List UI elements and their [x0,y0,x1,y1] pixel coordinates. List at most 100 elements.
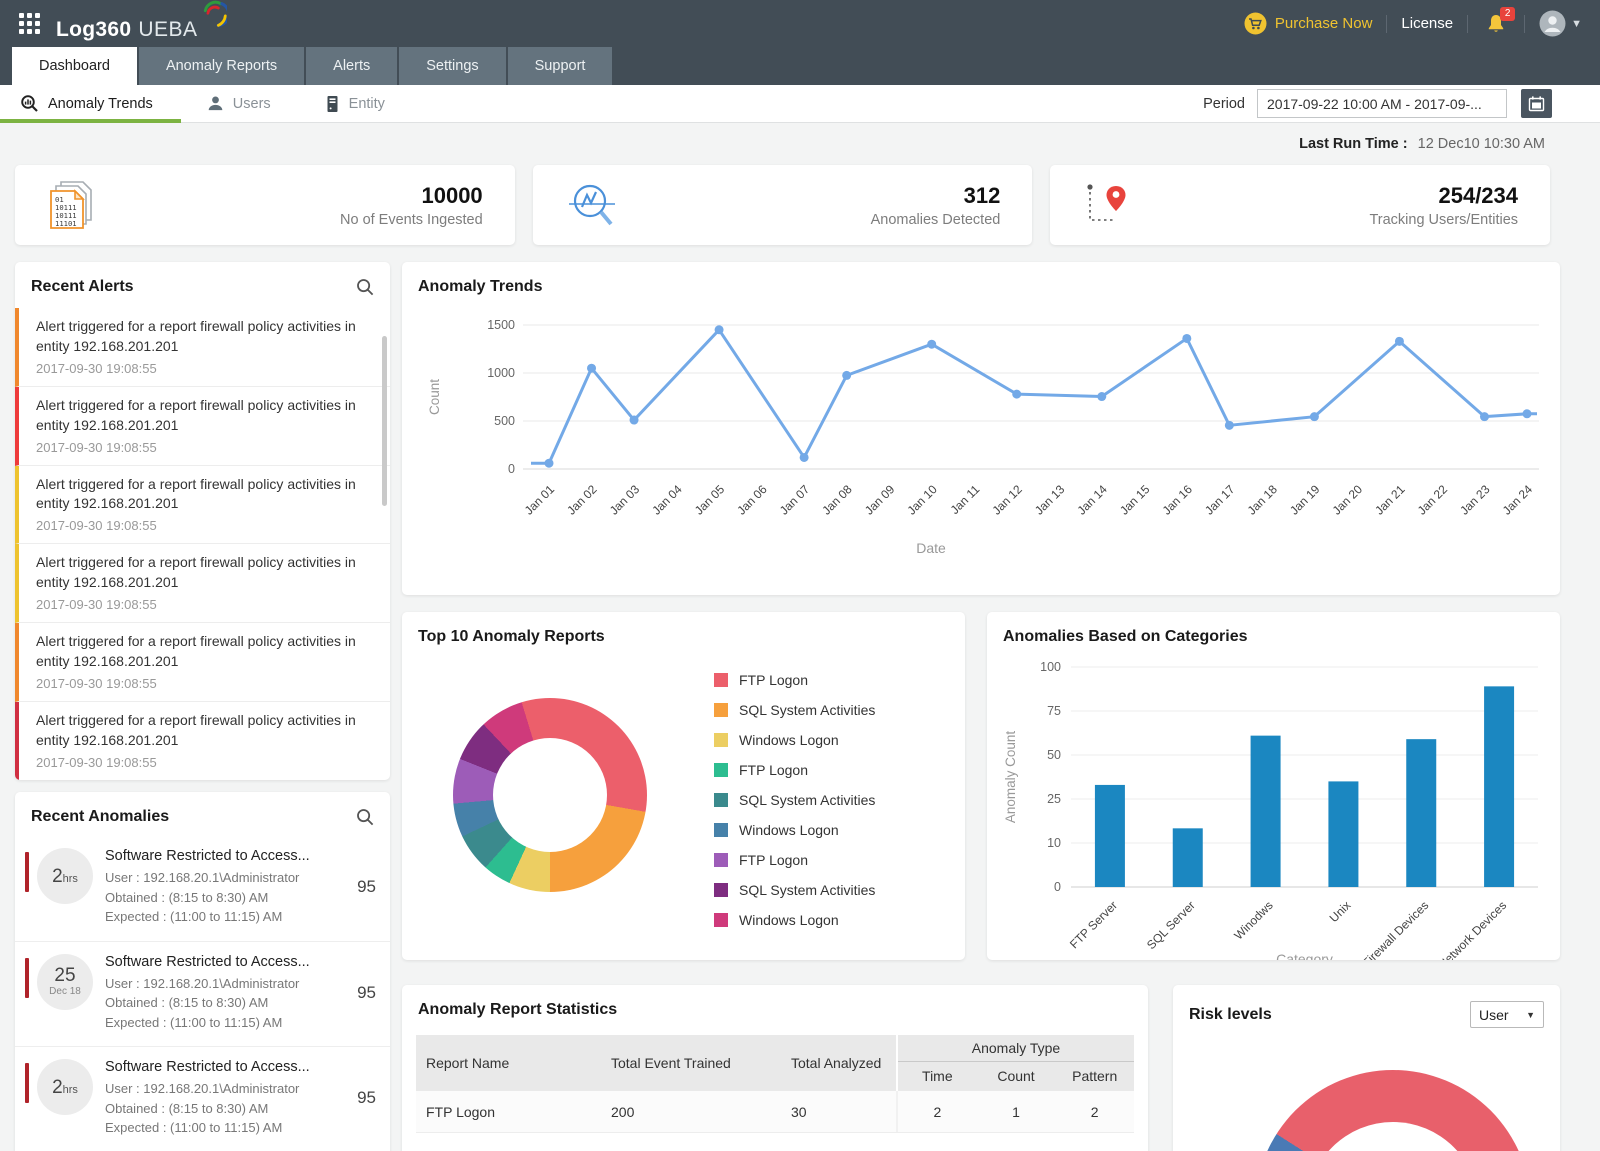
anomaly-expected: Expected : (11:00 to 11:15) AM [105,1118,353,1138]
tab-support[interactable]: Support [508,47,613,85]
svg-text:Jan 16: Jan 16 [1160,482,1196,518]
tracking-users-value: 254/234 [1369,183,1518,209]
alert-item[interactable]: Alert triggered for a report firewall po… [15,544,390,623]
svg-text:100: 100 [1040,660,1061,674]
alert-timestamp: 2017-09-30 19:08:55 [36,361,368,376]
alert-item[interactable]: Alert triggered for a report firewall po… [15,702,390,780]
main-nav-tabs: Dashboard Anomaly Reports Alerts Setting… [12,47,612,85]
svg-text:Network Devices: Network Devices [1436,898,1510,960]
chevron-down-icon: ▼ [1571,18,1582,30]
svg-text:Jan 24: Jan 24 [1500,482,1536,518]
alert-item[interactable]: Alert triggered for a report firewall po… [15,466,390,545]
notifications-bell-icon[interactable]: 2 [1486,13,1506,35]
svg-text:1500: 1500 [487,318,515,332]
svg-text:Jan 13: Jan 13 [1032,482,1068,518]
svg-text:Jan 15: Jan 15 [1117,482,1153,518]
subnav-users[interactable]: Users [187,85,291,122]
period-range-input[interactable] [1257,89,1507,118]
risk-levels-title: Risk levels [1189,1006,1272,1024]
svg-text:FTP Server: FTP Server [1067,898,1120,951]
purchase-now-label: Purchase Now [1275,15,1373,32]
tab-anomaly-reports[interactable]: Anomaly Reports [139,47,304,85]
col-total-analyzed: Total Analyzed [781,1035,896,1091]
table-row[interactable]: FTP Logon 200 30 2 1 2 [416,1091,1134,1133]
last-run-value: 12 Dec10 10:30 AM [1418,136,1545,152]
cell-count: 1 [977,1104,1056,1120]
svg-text:10: 10 [1047,836,1061,850]
license-button[interactable]: License [1401,15,1453,32]
alert-item[interactable]: Alert triggered for a report firewall po… [15,623,390,702]
subnav-anomaly-trends[interactable]: Anomaly Trends [0,85,173,122]
subnav-entity[interactable]: Entity [305,85,405,122]
chevron-down-icon: ▼ [1526,1010,1535,1020]
stat-cards: 0110111 1011111101 10000 No of Events In… [15,165,1550,245]
anomaly-item[interactable]: 2hrsSoftware Restricted to Access...User… [15,836,390,942]
anomaly-trends-chart: 050010001500Jan 01Jan 02Jan 03Jan 04Jan … [411,300,1551,592]
anomalies-detected-icon [565,180,619,230]
calendar-button[interactable] [1521,89,1552,118]
svg-text:Category: Category [1276,951,1333,960]
tab-dashboard[interactable]: Dashboard [12,47,137,85]
svg-text:Jan 14: Jan 14 [1075,482,1111,518]
legend-item[interactable]: SQL System Activities [714,792,875,808]
anomaly-title: Software Restricted to Access... [105,848,353,864]
severity-bar [25,958,29,998]
col-time: Time [898,1062,977,1091]
svg-text:Jan 19: Jan 19 [1287,482,1323,518]
purchase-now-button[interactable]: Purchase Now [1244,12,1373,35]
legend-item[interactable]: Windows Logon [714,912,875,928]
anomaly-item[interactable]: 25Dec 18Software Restricted to Access...… [15,942,390,1048]
legend-item[interactable]: Windows Logon [714,822,875,838]
tab-alerts[interactable]: Alerts [306,47,397,85]
anomaly-score: 95 [357,1088,376,1108]
svg-text:500: 500 [494,414,515,428]
tracking-users-label: Tracking Users/Entities [1369,212,1518,228]
legend-label: Windows Logon [739,822,839,838]
scrollbar-thumb[interactable] [382,336,387,506]
app-grid-icon[interactable] [18,12,42,36]
legend-label: Windows Logon [739,912,839,928]
logo-text-suffix: UEBA [138,18,197,42]
alert-timestamp: 2017-09-30 19:08:55 [36,518,368,533]
cell-time: 2 [898,1104,977,1120]
user-menu[interactable]: ▼ [1539,10,1582,37]
report-stats-table: Report Name Total Event Trained Total An… [416,1035,1134,1133]
col-report-name: Report Name [416,1035,601,1091]
legend-swatch [714,853,728,867]
legend-label: FTP Logon [739,672,808,688]
svg-text:75: 75 [1047,704,1061,718]
table-header: Report Name Total Event Trained Total An… [416,1035,1134,1091]
svg-text:Jan 17: Jan 17 [1202,482,1238,518]
legend-item[interactable]: Windows Logon [714,732,875,748]
report-stats-title: Anomaly Report Statistics [418,1001,617,1019]
search-icon[interactable] [356,808,374,826]
report-stats-panel: Anomaly Report Statistics Report Name To… [402,985,1148,1151]
anomaly-title: Software Restricted to Access... [105,954,353,970]
legend-item[interactable]: FTP Logon [714,852,875,868]
alert-item[interactable]: Alert triggered for a report firewall po… [15,308,390,387]
recent-alerts-panel: Recent Alerts Alert triggered for a repo… [15,262,390,780]
legend-item[interactable]: SQL System Activities [714,702,875,718]
events-ingested-value: 10000 [340,183,483,209]
last-run-time: Last Run Time : 12 Dec10 10:30 AM [1299,136,1545,152]
svg-text:Jan 18: Jan 18 [1245,482,1281,518]
alert-item[interactable]: Alert triggered for a report firewall po… [15,387,390,466]
tab-settings[interactable]: Settings [399,47,505,85]
card-events-ingested: 0110111 1011111101 10000 No of Events In… [15,165,515,245]
anomaly-user: User : 192.168.20.1\Administrator [105,1079,353,1099]
time-badge: 2hrs [37,848,93,904]
risk-levels-type-select[interactable]: User ▼ [1470,1001,1544,1028]
sub-nav: Anomaly Trends Users Entity [0,85,1600,123]
svg-text:Jan 07: Jan 07 [777,482,813,518]
legend-item[interactable]: FTP Logon [714,672,875,688]
anomalies-detected-value: 312 [871,183,1001,209]
recent-anomalies-list: 2hrs Software Restricted to Access... User… [15,836,390,1151]
svg-text:11101: 11101 [55,219,77,228]
top10-legend: FTP Logon SQL System Activities Windows Lo… [714,672,875,942]
alert-timestamp: 2017-09-30 19:08:55 [36,440,368,455]
anomaly-item[interactable]: 2hrsSoftware Restricted to Access...User… [15,1047,390,1151]
legend-item[interactable]: SQL System Activities [714,882,875,898]
legend-item[interactable]: FTP Logon [714,762,875,778]
search-icon[interactable] [356,278,374,296]
svg-text:Jan 10: Jan 10 [904,482,940,518]
